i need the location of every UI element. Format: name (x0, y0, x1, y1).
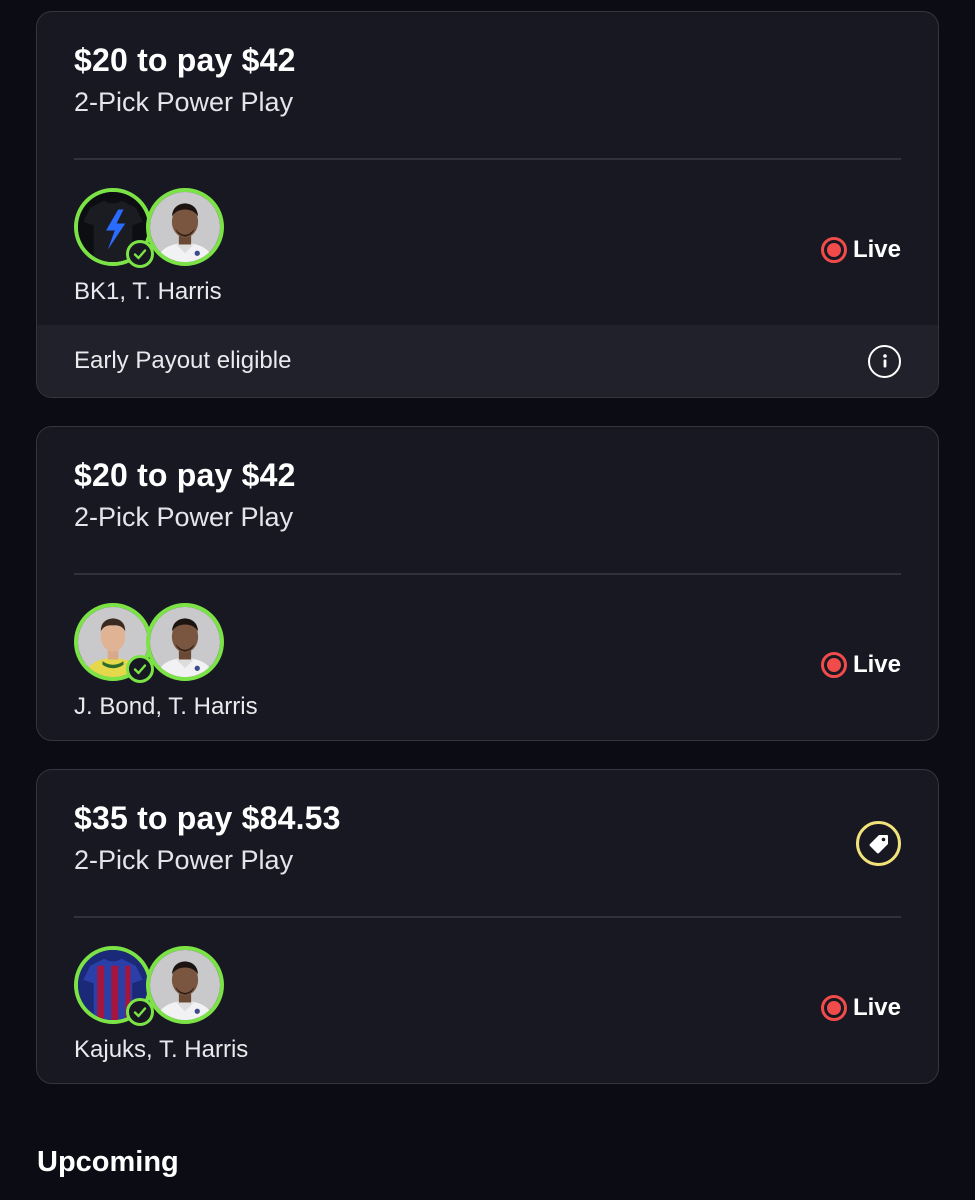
tag-icon[interactable] (856, 821, 901, 866)
entry-header: $20 to pay $42 2-Pick Power Play (37, 12, 938, 160)
check-icon (126, 998, 154, 1026)
entry-body: J. Bond, T. Harris Live (37, 575, 938, 740)
entry-players: J. Bond, T. Harris (74, 693, 258, 720)
entry-header: $35 to pay $84.53 2-Pick Power Play (37, 770, 938, 918)
entry-play-type: 2-Pick Power Play (74, 502, 294, 532)
check-icon (126, 655, 154, 683)
player-avatar (146, 188, 224, 266)
info-icon[interactable] (868, 344, 901, 378)
player-avatar (146, 946, 224, 1024)
live-label: Live (852, 651, 901, 678)
entry-stake: $20 to pay $42 (74, 42, 296, 78)
live-status: Live (820, 994, 901, 1022)
entry-header: $20 to pay $42 2-Pick Power Play (37, 427, 938, 575)
check-icon (126, 240, 154, 268)
upcoming-heading: Upcoming (37, 1146, 179, 1178)
early-payout-label: Early Payout eligible (74, 347, 292, 374)
live-status: Live (820, 651, 901, 679)
player-avatar (146, 603, 224, 681)
entry-stake: $35 to pay $84.53 (74, 800, 341, 836)
entry-card[interactable]: $20 to pay $42 2-Pick Power Play BK1, T.… (36, 11, 939, 398)
entry-stake: $20 to pay $42 (74, 457, 296, 493)
entry-play-type: 2-Pick Power Play (74, 87, 294, 117)
entry-players: BK1, T. Harris (74, 278, 222, 305)
live-icon (820, 237, 847, 263)
entry-card[interactable]: $20 to pay $42 2-Pick Power Play J. Bond… (36, 426, 939, 741)
live-label: Live (852, 236, 901, 263)
entry-card[interactable]: $35 to pay $84.53 2-Pick Power Play Kaju… (36, 769, 939, 1084)
live-icon (820, 995, 847, 1021)
player-avatars (74, 946, 226, 1026)
early-payout-bar[interactable]: Early Payout eligible (37, 325, 938, 397)
live-label: Live (852, 994, 901, 1021)
entry-body: Kajuks, T. Harris Live (37, 918, 938, 1083)
live-status: Live (820, 236, 901, 264)
live-icon (820, 652, 847, 678)
entry-body: BK1, T. Harris Live (37, 160, 938, 336)
player-avatars (74, 188, 226, 268)
entry-players: Kajuks, T. Harris (74, 1036, 249, 1063)
entry-play-type: 2-Pick Power Play (74, 845, 294, 875)
player-avatars (74, 603, 226, 683)
